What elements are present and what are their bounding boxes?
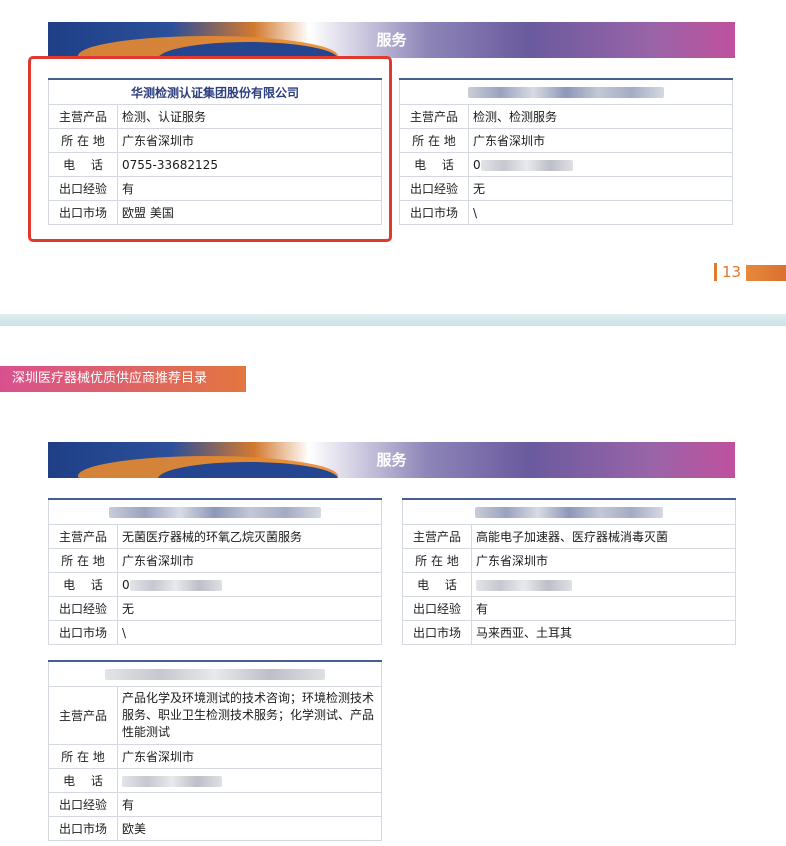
product-value: 高能电子加速器、医疗器械消毒灭菌 [471,524,736,549]
redacted-text [475,507,663,518]
company-name-redacted [48,660,382,687]
redacted-text [129,579,222,591]
label-export-experience: 出口经验 [48,596,118,621]
location-value: 广东省深圳市 [471,548,736,573]
export-experience-value: 有 [117,792,382,817]
product-value: 产品化学及环境测试的技术咨询；环境检测技术服务、职业卫生检测技术服务；化学测试、… [117,686,382,745]
location-value: 广东省深圳市 [468,128,733,153]
product-value: 无菌医疗器械的环氧乙烷灭菌服务 [117,524,382,549]
label-location: 所 在 地 [48,744,118,769]
redacted-text [468,87,664,98]
redacted-text [122,775,222,787]
label-product: 主营产品 [402,524,472,549]
phone-value: 0 [473,157,481,172]
label-location: 所 在 地 [48,548,118,573]
redacted-text [476,579,572,591]
redacted-text [109,507,321,518]
company-card: 主营产品 无菌医疗器械的环氧乙烷灭菌服务 所 在 地广东省深圳市 电 话 0 出口经… [48,498,382,645]
page-number-stripe [746,265,786,281]
label-export-experience: 出口经验 [402,596,472,621]
service-banner-bottom: 服务 [48,442,735,478]
phone-value-redacted [117,768,382,793]
service-banner-top: 服务 [48,22,735,58]
label-phone: 电 话 [48,572,118,597]
label-export-market: 出口市场 [402,620,472,645]
label-product: 主营产品 [48,686,118,745]
label-export-experience: 出口经验 [399,176,469,201]
company-name-redacted [48,498,382,525]
export-market-value: \ [117,620,382,645]
page-divider [0,314,786,326]
page-number-bar [714,263,717,281]
location-value: 广东省深圳市 [117,548,382,573]
banner-title: 服务 [376,31,407,49]
highlight-box [28,56,392,242]
location-value: 广东省深圳市 [117,744,382,769]
export-experience-value: 无 [117,596,382,621]
label-export-market: 出口市场 [48,816,118,841]
page-number: 13 [714,262,786,282]
phone-value-redacted: 0 [468,152,733,177]
banner-title: 服务 [376,451,407,469]
export-market-value: 马来西亚、土耳其 [471,620,736,645]
label-product: 主营产品 [48,524,118,549]
product-value: 检测、检测服务 [468,104,733,129]
label-phone: 电 话 [48,768,118,793]
company-name-redacted [399,78,733,105]
company-card: 主营产品 高能电子加速器、医疗器械消毒灭菌 所 在 地广东省深圳市 电 话 出口经… [402,498,736,645]
company-card: 主营产品 检测、检测服务 所 在 地广东省深圳市 电 话 0 出口经验无 出口市场 \ [399,78,733,225]
phone-value-redacted [471,572,736,597]
label-phone: 电 话 [399,152,469,177]
export-market-value: 欧美 [117,816,382,841]
catalog-tag: 深圳医疗器械优质供应商推荐目录 [0,366,246,392]
label-export-market: 出口市场 [48,620,118,645]
redacted-text [105,669,325,680]
page-number-text: 13 [722,263,742,281]
phone-value: 0 [122,577,130,592]
phone-value-redacted: 0 [117,572,382,597]
company-name-redacted [402,498,736,525]
export-market-value: \ [468,200,733,225]
export-experience-value: 有 [471,596,736,621]
label-location: 所 在 地 [399,128,469,153]
label-export-market: 出口市场 [399,200,469,225]
label-export-experience: 出口经验 [48,792,118,817]
label-phone: 电 话 [402,572,472,597]
label-product: 主营产品 [399,104,469,129]
export-experience-value: 无 [468,176,733,201]
redacted-text [480,159,573,171]
label-location: 所 在 地 [402,548,472,573]
company-card: 主营产品 产品化学及环境测试的技术咨询；环境检测技术服务、职业卫生检测技术服务；化… [48,660,382,841]
